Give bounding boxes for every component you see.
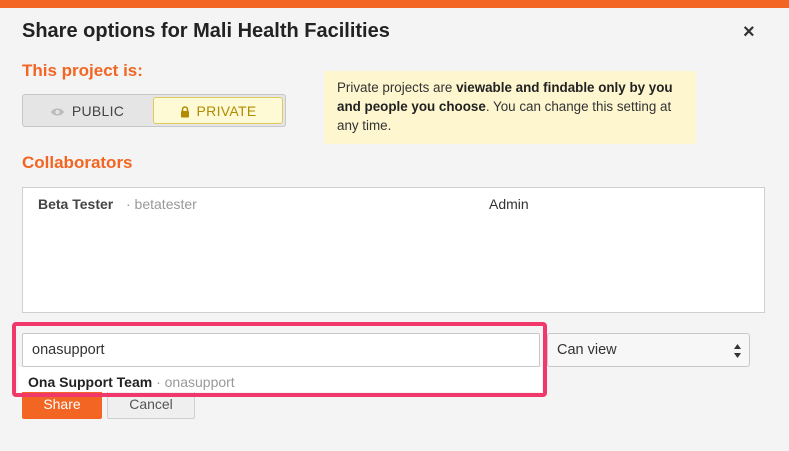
permission-value: Can view xyxy=(557,342,617,358)
suggestion-username: · onasupport xyxy=(152,374,235,390)
privacy-info-box: Private projects are viewable and findab… xyxy=(324,71,696,144)
private-label: PRIVATE xyxy=(196,102,257,119)
visibility-toggle: PUBLIC PRIVATE xyxy=(22,94,286,127)
private-toggle-button[interactable]: PRIVATE xyxy=(153,97,283,124)
lock-icon xyxy=(180,103,190,119)
username-input[interactable] xyxy=(22,333,540,367)
collaborator-name: Beta Tester xyxy=(38,196,114,212)
permission-select[interactable]: Can view xyxy=(547,333,750,367)
collaborators-label: Collaborators xyxy=(22,153,133,172)
visibility-label: This project is: xyxy=(22,61,143,80)
info-text-start: Private projects are xyxy=(337,80,457,95)
cancel-button[interactable]: Cancel xyxy=(107,390,195,419)
suggestion-name: Ona Support Team xyxy=(28,374,153,390)
modal-title: Share options for Mali Health Facilities xyxy=(22,20,390,42)
close-icon[interactable]: × xyxy=(743,22,755,42)
collaborators-list: Beta Tester · betatester Admin xyxy=(22,187,765,313)
collaborator-role: Admin xyxy=(489,196,529,212)
eye-icon xyxy=(50,103,65,119)
public-label: PUBLIC xyxy=(71,102,125,119)
top-accent-bar xyxy=(0,0,789,8)
public-toggle-button[interactable]: PUBLIC xyxy=(23,95,151,126)
autocomplete-suggestion[interactable]: Ona Support Team · onasupport xyxy=(18,367,542,392)
share-button[interactable]: Share xyxy=(22,390,102,419)
select-arrows-icon xyxy=(734,344,741,358)
collaborator-username: · betatester xyxy=(126,196,197,212)
